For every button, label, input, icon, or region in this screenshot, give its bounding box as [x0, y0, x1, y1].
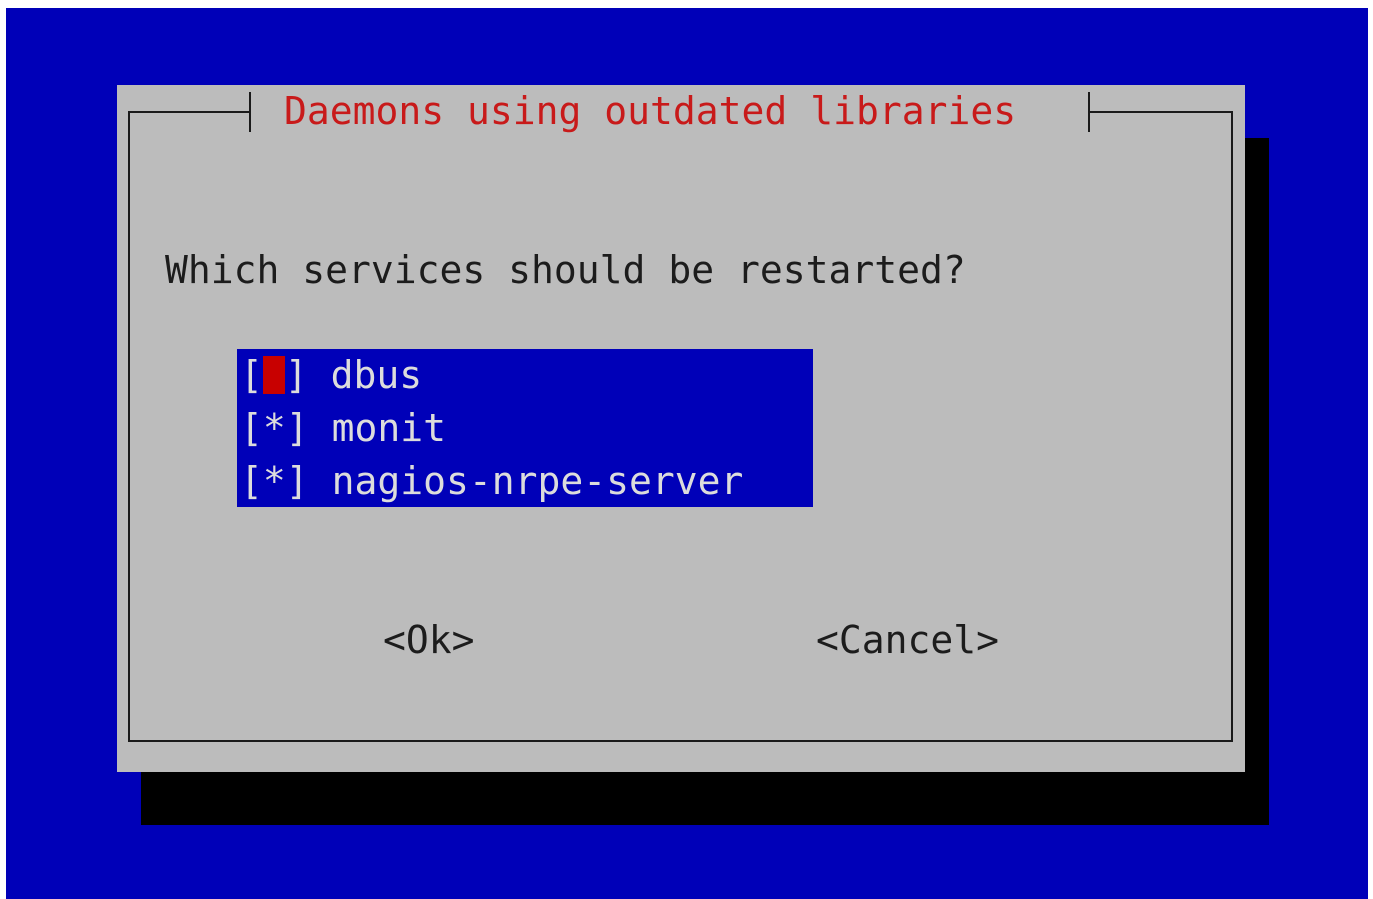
checkbox-open-bracket: [ [240, 353, 263, 397]
service-item-dbus[interactable]: [] dbus [240, 349, 422, 401]
service-name: nagios-nrpe-server [331, 459, 744, 503]
checkbox-mark[interactable]: * [263, 459, 286, 503]
checkbox-close-bracket: ] [285, 459, 309, 503]
dialog-title: Daemons using outdated libraries [284, 89, 1017, 133]
service-item-monit[interactable]: [*] monit [240, 402, 446, 454]
checkbox-open-bracket: [ [240, 459, 263, 503]
service-name: dbus [330, 353, 423, 397]
service-name: monit [331, 406, 446, 450]
checkbox-close-bracket: ] [285, 406, 309, 450]
service-item-nagios-nrpe-server[interactable]: [*] nagios-nrpe-server [240, 455, 743, 507]
ok-button[interactable]: <Ok> [383, 614, 475, 666]
dialog-question: Which services should be restarted? [165, 248, 966, 292]
checkbox-open-bracket: [ [240, 406, 263, 450]
checkbox-close-bracket: ] [284, 353, 308, 397]
checkbox-cursor[interactable] [262, 356, 285, 394]
checkbox-mark[interactable]: * [263, 406, 286, 450]
cancel-button[interactable]: <Cancel> [816, 614, 999, 666]
